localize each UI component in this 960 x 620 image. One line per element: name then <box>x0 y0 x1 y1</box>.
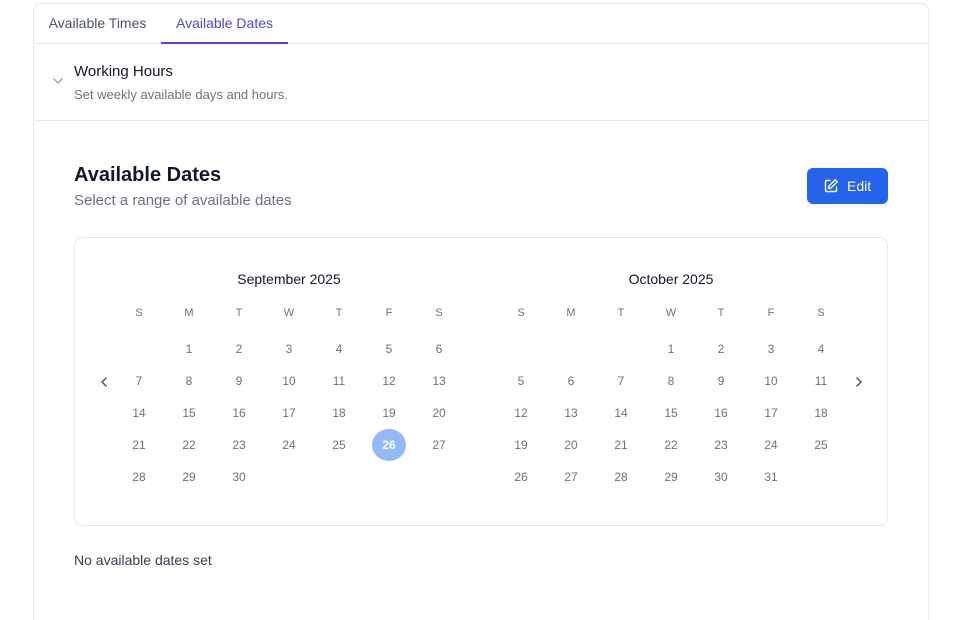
calendar-day[interactable]: 8 <box>172 365 206 397</box>
weekday-label: T <box>717 307 725 319</box>
calendar-day[interactable]: 13 <box>554 397 588 429</box>
calendar-day[interactable]: 17 <box>272 397 306 429</box>
weekday-header: SMTWTFS <box>496 307 846 323</box>
calendar-day[interactable]: 23 <box>704 429 738 461</box>
calendar-day[interactable]: 13 <box>422 365 456 397</box>
calendar-day[interactable]: 24 <box>272 429 306 461</box>
section-title: Available Dates <box>74 164 222 186</box>
weekday-label: S <box>817 307 825 319</box>
calendar-day[interactable]: 9 <box>222 365 256 397</box>
calendar-day[interactable]: 12 <box>504 397 538 429</box>
calendar-day[interactable]: 14 <box>122 397 156 429</box>
calendar-day[interactable]: 29 <box>654 461 688 493</box>
weekday-label: T <box>235 307 243 319</box>
calendar-day[interactable]: 3 <box>754 333 788 365</box>
calendar-day[interactable]: 2 <box>704 333 738 365</box>
calendar-day[interactable]: 22 <box>172 429 206 461</box>
calendar-day[interactable]: 10 <box>272 365 306 397</box>
prev-month-button[interactable] <box>92 370 116 394</box>
calendar-day[interactable]: 29 <box>172 461 206 493</box>
empty-state-text: No available dates set <box>74 552 212 568</box>
calendar-day[interactable]: 23 <box>222 429 256 461</box>
calendar-day[interactable]: 1 <box>654 333 688 365</box>
calendar-day[interactable]: 16 <box>704 397 738 429</box>
calendar-day[interactable]: 19 <box>372 397 406 429</box>
calendar-day[interactable]: 24 <box>754 429 788 461</box>
calendar-day[interactable]: 20 <box>554 429 588 461</box>
calendar-day[interactable]: 22 <box>654 429 688 461</box>
weekday-label: T <box>335 307 343 319</box>
calendar-day[interactable]: 26 <box>504 461 538 493</box>
calendar-day[interactable]: 4 <box>804 333 838 365</box>
working-hours-subtitle: Set weekly available days and hours. <box>74 87 288 102</box>
calendar-day[interactable]: 30 <box>222 461 256 493</box>
calendar-day[interactable]: 14 <box>604 397 638 429</box>
calendar-day[interactable]: 16 <box>222 397 256 429</box>
weekday-label: W <box>283 307 295 319</box>
availability-card: Available Times Available Dates Working … <box>33 3 929 620</box>
calendar-day[interactable]: 8 <box>654 365 688 397</box>
calendar-day[interactable]: 21 <box>122 429 156 461</box>
weekday-label: F <box>385 307 393 319</box>
month-title: September 2025 <box>237 271 341 287</box>
weekday-label: S <box>435 307 443 319</box>
calendar-day[interactable]: 11 <box>322 365 356 397</box>
calendar-day[interactable]: 17 <box>754 397 788 429</box>
weekday-label: S <box>517 307 525 319</box>
calendar-day[interactable]: 15 <box>654 397 688 429</box>
tab-available-times[interactable]: Available Times <box>34 4 161 44</box>
calendar-day[interactable]: 12 <box>372 365 406 397</box>
working-hours-title: Working Hours <box>74 63 173 80</box>
calendar-day[interactable]: 5 <box>504 365 538 397</box>
weekday-label: T <box>617 307 625 319</box>
edit-button-label: Edit <box>847 178 872 194</box>
tab-bar: Available Times Available Dates <box>34 4 928 44</box>
weekday-label: M <box>184 307 194 319</box>
calendar-day[interactable]: 1 <box>172 333 206 365</box>
calendar-day[interactable]: 2 <box>222 333 256 365</box>
calendar-day[interactable]: 21 <box>604 429 638 461</box>
calendar-day[interactable]: 15 <box>172 397 206 429</box>
calendar-day[interactable]: 28 <box>122 461 156 493</box>
next-month-button[interactable] <box>847 370 871 394</box>
weekday-label: W <box>665 307 677 319</box>
weekday-header: SMTWTFS <box>114 307 464 323</box>
weekday-label: M <box>566 307 576 319</box>
calendar-day[interactable]: 25 <box>804 429 838 461</box>
edit-icon <box>824 179 838 193</box>
calendar-day[interactable]: 9 <box>704 365 738 397</box>
calendar-day[interactable]: 30 <box>704 461 738 493</box>
calendar-day[interactable]: 5 <box>372 333 406 365</box>
calendar-day[interactable]: 10 <box>754 365 788 397</box>
weekday-label: F <box>767 307 775 319</box>
tab-available-dates[interactable]: Available Dates <box>161 4 288 44</box>
calendar-day[interactable]: 18 <box>322 397 356 429</box>
calendar-day[interactable]: 6 <box>554 365 588 397</box>
calendar-day[interactable]: 6 <box>422 333 456 365</box>
chevron-right-icon <box>856 377 862 387</box>
section-subtitle: Select a range of available dates <box>74 192 292 209</box>
calendar-day[interactable]: 28 <box>604 461 638 493</box>
calendar-day[interactable]: 3 <box>272 333 306 365</box>
calendar-day-selected[interactable]: 26 <box>372 429 406 461</box>
calendar-day[interactable]: 27 <box>422 429 456 461</box>
calendar-day[interactable]: 11 <box>804 365 838 397</box>
working-hours-accordion[interactable]: Working Hours Set weekly available days … <box>34 44 928 121</box>
calendar-day[interactable]: 25 <box>322 429 356 461</box>
month-title: October 2025 <box>628 271 714 287</box>
chevron-down-icon <box>53 78 63 84</box>
edit-button[interactable]: Edit <box>807 168 888 204</box>
weekday-label: S <box>135 307 143 319</box>
calendar-day[interactable]: 31 <box>754 461 788 493</box>
date-range-calendar: September 2025 SMTWTFS 1 2 3 4 5 6 7 8 9 10 11 12 13… <box>74 237 888 526</box>
calendar-day[interactable]: 18 <box>804 397 838 429</box>
calendar-day[interactable]: 20 <box>422 397 456 429</box>
calendar-day[interactable]: 19 <box>504 429 538 461</box>
chevron-left-icon <box>101 377 107 387</box>
calendar-day[interactable]: 7 <box>122 365 156 397</box>
calendar-day[interactable]: 7 <box>604 365 638 397</box>
calendar-day[interactable]: 27 <box>554 461 588 493</box>
calendar-day[interactable]: 4 <box>322 333 356 365</box>
